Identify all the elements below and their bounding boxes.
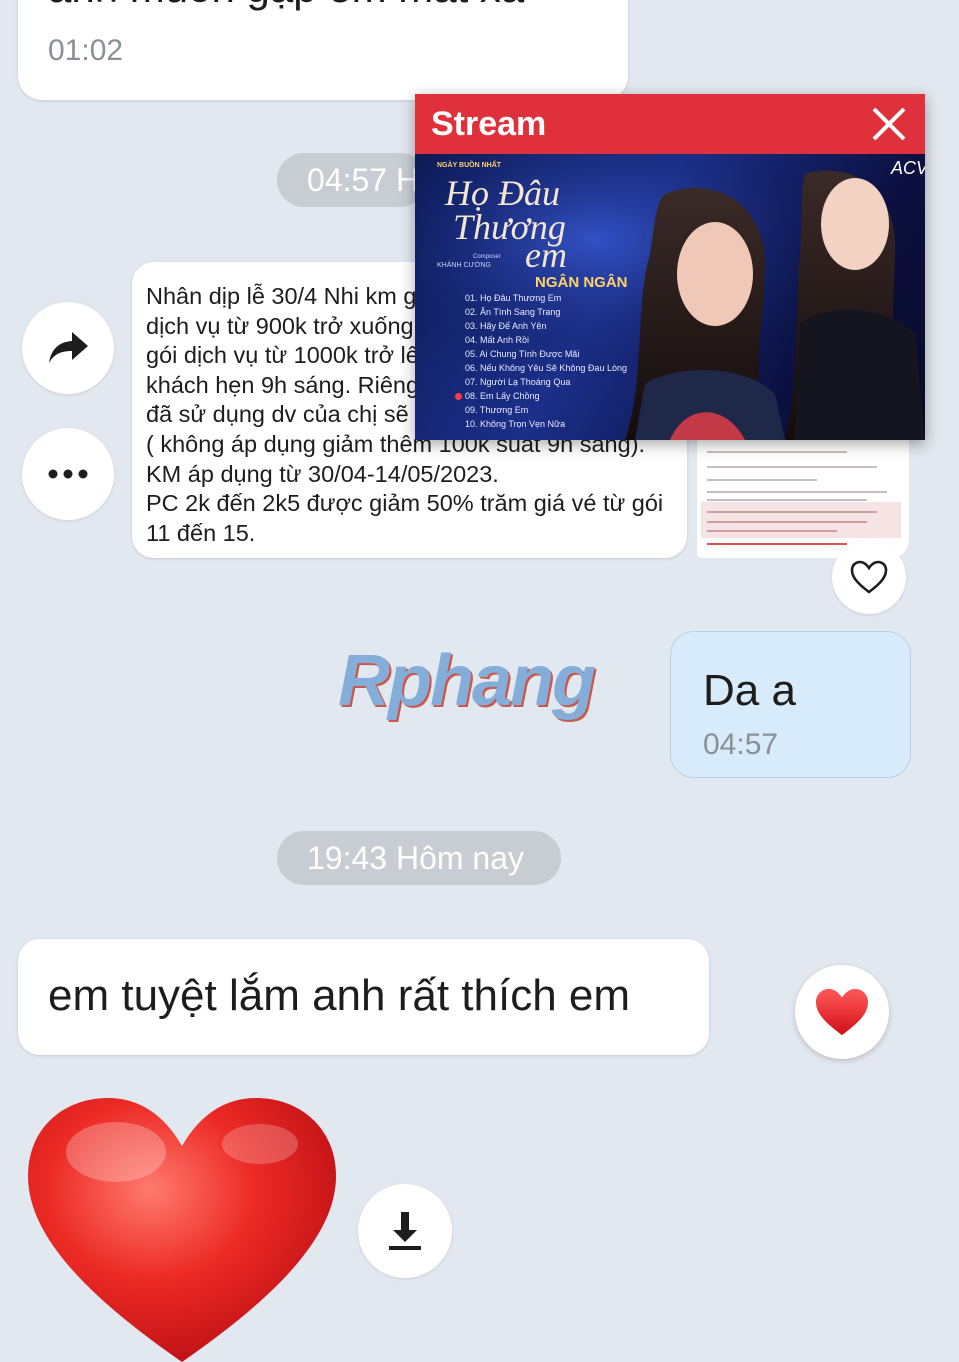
reaction-button[interactable] <box>832 540 906 614</box>
heart-sticker[interactable] <box>24 1094 340 1362</box>
stream-title: Stream <box>431 104 547 143</box>
track-item-playing: 08. Em Lấy Chồng <box>465 391 540 401</box>
composer-label: Composer <box>473 254 501 260</box>
close-icon <box>872 107 906 141</box>
stream-header: Stream <box>415 94 925 154</box>
album-brand: ACV <box>891 158 925 178</box>
watermark-logo: Rphang <box>338 641 596 721</box>
album-tag: NGÀY BUỒN NHẤT <box>437 162 502 169</box>
heart-outline-icon <box>850 560 888 594</box>
stream-video[interactable]: NGÀY BUỒN NHẤT ACV Họ Đâu Thương em Comp… <box>415 154 925 440</box>
forward-button[interactable] <box>22 302 114 394</box>
stream-popup[interactable]: Stream NGÀY BUỒN NHẤT ACV Họ Đâu Thương … <box>415 94 925 440</box>
date-separator: 04:57 H <box>277 153 427 207</box>
reaction-button-filled[interactable] <box>795 965 889 1059</box>
text-line: KM áp dụng từ 30/04-14/05/2023. <box>146 460 499 487</box>
close-button[interactable] <box>871 106 907 142</box>
track-item: 06. Nếu Không Yêu Sẽ Không Đau Lòng <box>465 363 627 373</box>
download-button[interactable] <box>358 1184 452 1278</box>
track-item: 01. Họ Đâu Thương Em <box>465 293 562 303</box>
message-bubble-reply[interactable]: Da a 04:57 <box>670 631 911 778</box>
track-item: 09. Thương Em <box>465 405 529 415</box>
track-item: 10. Không Trọn Vẹn Nữa <box>465 419 566 429</box>
more-icon <box>48 469 88 479</box>
track-item: 04. Mất Anh Rồi <box>465 335 530 345</box>
message-bubble-last[interactable]: em tuyệt lắm anh rất thích em <box>18 939 709 1055</box>
track-item: 02. Ân Tình Sang Trang <box>465 307 561 317</box>
message-text: Da a <box>703 666 796 715</box>
message-text: anh muốn gặp em mát xa <box>48 0 524 12</box>
heart-filled-icon <box>816 988 868 1036</box>
more-options-button[interactable] <box>22 428 114 520</box>
composer-name: KHÁNH CƯỜNG <box>437 262 491 269</box>
forward-icon <box>49 332 88 363</box>
album-title: Họ Đâu Thương em <box>445 173 567 273</box>
text-line: 11 đến 15. <box>146 519 256 546</box>
album-title-line: Họ Đâu <box>445 173 560 213</box>
date-separator-today: 19:43 Hôm nay <box>277 831 561 885</box>
now-playing-dot <box>455 393 462 400</box>
download-icon <box>389 1212 421 1250</box>
track-item: 05. Ai Chung Tình Được Mãi <box>465 349 580 359</box>
artist-name: NGÂN NGÂN <box>535 274 628 291</box>
text-line: PC 2k đến 2k5 được giảm 50% trăm giá vé … <box>146 490 664 517</box>
track-item: 03. Hãy Để Anh Yên <box>465 321 547 331</box>
big-heart-icon <box>28 1098 336 1362</box>
message-text: em tuyệt lắm anh rất thích em <box>48 971 631 1020</box>
message-time: 04:57 <box>703 728 779 761</box>
track-item: 07. Người Lạ Thoáng Qua <box>465 377 571 387</box>
message-time: 01:02 <box>48 34 124 67</box>
message-bubble-first[interactable]: anh muốn gặp em mát xa 01:02 <box>18 0 628 100</box>
